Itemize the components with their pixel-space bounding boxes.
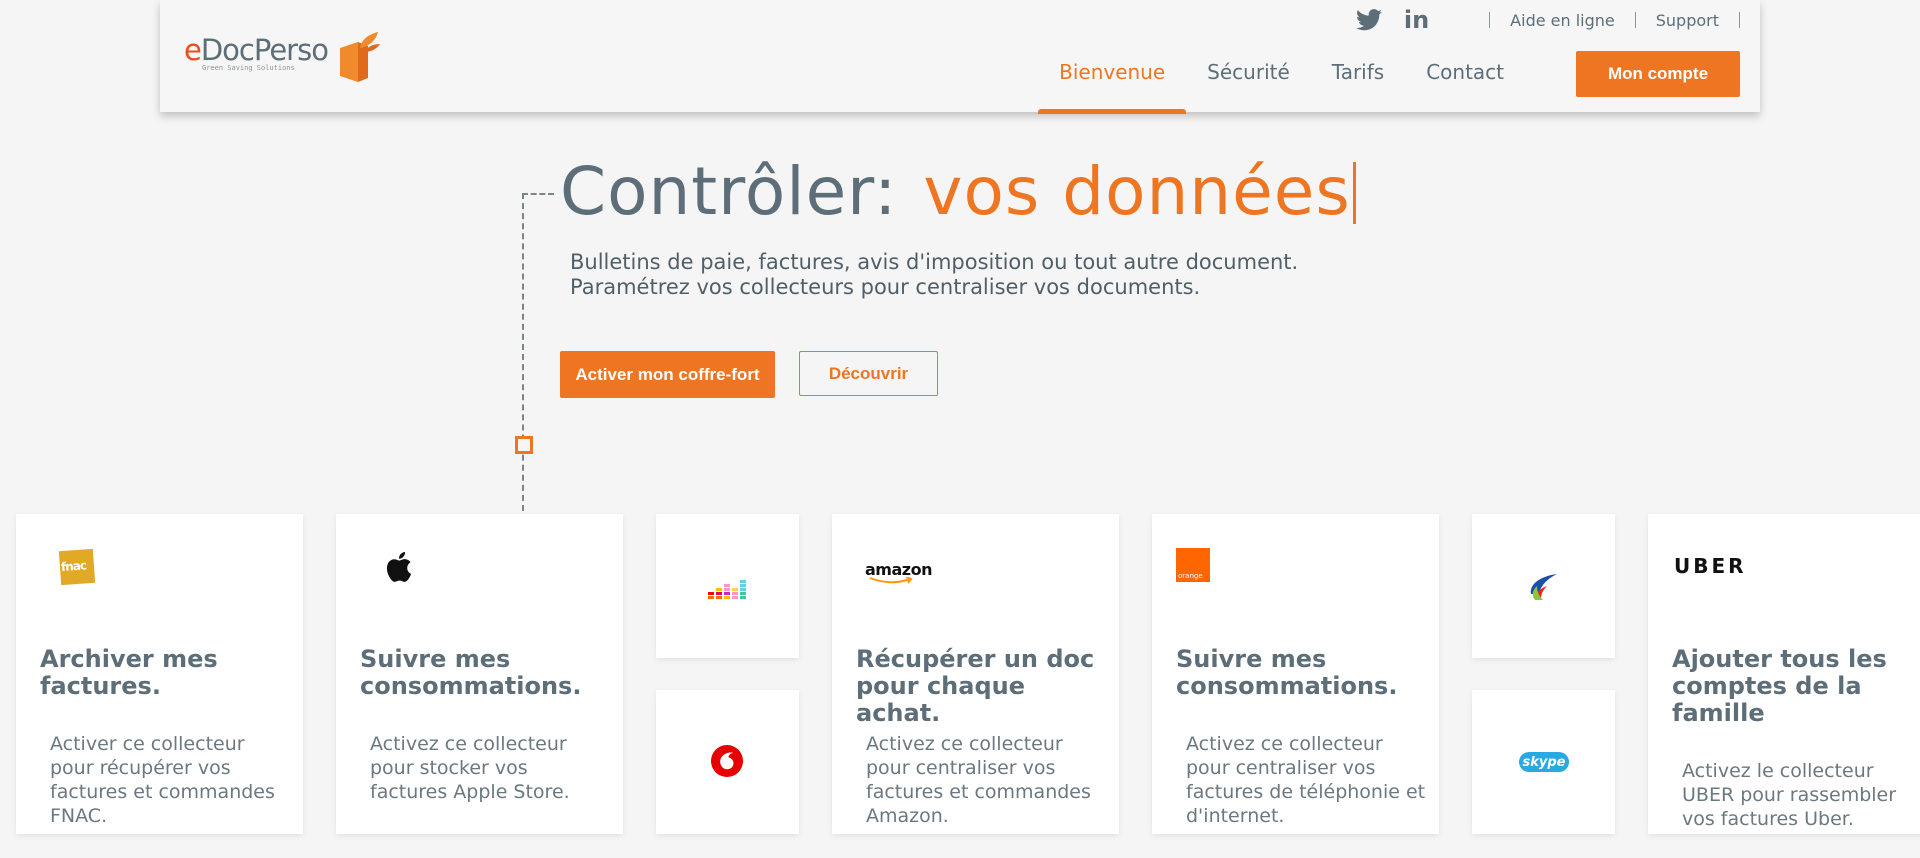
hero-decoration-line xyxy=(522,193,554,195)
card-text: Activez ce collecteur pour centraliser v… xyxy=(1186,733,1426,827)
activate-vault-button[interactable]: Activer mon coffre-fort xyxy=(560,351,775,398)
support-link[interactable]: Support xyxy=(1656,11,1719,30)
apple-logo-icon xyxy=(386,551,412,582)
hero-decoration-line xyxy=(522,193,524,511)
hero-subtitle: Bulletins de paie, factures, avis d'impo… xyxy=(570,250,1298,300)
edocperso-logo[interactable]: eDocPerso Green Saving Solutions xyxy=(184,26,380,82)
top-bar: in Aide en ligne Support xyxy=(1355,8,1740,32)
fnac-logo: fnac xyxy=(58,548,96,586)
card-title: Récupérer un doc pour chaque achat. xyxy=(856,645,1095,727)
amazon-smile-icon xyxy=(869,577,913,584)
collector-card-apple[interactable]: Suivre mes consommations. Activez ce col… xyxy=(336,514,623,834)
card-title: Archiver mes factures. xyxy=(40,645,218,700)
hero-decoration-square xyxy=(515,436,533,454)
orange-logo-text: orange xyxy=(1178,572,1203,580)
social-links: in xyxy=(1355,8,1429,32)
main-nav: Bienvenue Sécurité Tarifs Contact xyxy=(1038,46,1525,114)
linkedin-icon[interactable]: in xyxy=(1404,8,1429,32)
fnac-logo-text: fnac xyxy=(60,558,87,575)
uber-logo: UBER xyxy=(1674,554,1747,578)
card-title: Ajouter tous les comptes de la famille xyxy=(1672,645,1887,727)
hero-title: Contrôler: vos données xyxy=(560,150,1356,234)
card-text: Activer ce collecteur pour récupérer vos… xyxy=(50,733,275,827)
hero-subtitle-line: Paramétrez vos collecteurs pour centrali… xyxy=(570,275,1201,299)
vodafone-logo-icon xyxy=(711,745,743,777)
nav-item-contact[interactable]: Contact xyxy=(1405,46,1525,114)
card-text: Activez ce collecteur pour stocker vos f… xyxy=(370,733,570,803)
divider xyxy=(1634,12,1636,28)
card-title: Suivre mes consommations. xyxy=(1176,645,1398,700)
collector-card-vodafone[interactable] xyxy=(656,690,799,834)
site-header: eDocPerso Green Saving Solutions in Aide… xyxy=(160,0,1760,114)
twitter-icon[interactable] xyxy=(1355,9,1382,31)
amazon-logo: amazon xyxy=(865,560,932,584)
hero-title-static: Contrôler: xyxy=(560,153,898,230)
my-account-button[interactable]: Mon compte xyxy=(1576,51,1740,97)
card-title: Suivre mes consommations. xyxy=(360,645,582,700)
collector-card-skype[interactable]: skype xyxy=(1472,690,1615,834)
collector-card-uber[interactable]: UBER Ajouter tous les comptes de la fami… xyxy=(1648,514,1920,834)
card-text: Activez ce collecteur pour centraliser v… xyxy=(866,733,1091,827)
logo-tagline: Green Saving Solutions xyxy=(202,64,295,72)
total-logo-icon xyxy=(1530,574,1557,600)
nav-item-securite[interactable]: Sécurité xyxy=(1186,46,1311,114)
hero-subtitle-line: Bulletins de paie, factures, avis d'impo… xyxy=(570,250,1299,274)
discover-button[interactable]: Découvrir xyxy=(799,351,938,396)
skype-logo: skype xyxy=(1519,752,1569,772)
divider xyxy=(1489,12,1491,28)
help-link[interactable]: Aide en ligne xyxy=(1510,11,1615,30)
skype-logo-text: skype xyxy=(1522,754,1566,770)
orange-logo: orange xyxy=(1176,548,1210,582)
nav-item-tarifs[interactable]: Tarifs xyxy=(1311,46,1405,114)
collector-card-total[interactable] xyxy=(1472,514,1615,658)
logo-box-icon xyxy=(339,32,380,82)
card-text: Activez le collecteur UBER pour rassembl… xyxy=(1682,760,1897,830)
collector-card-fnac[interactable]: fnac Archiver mes factures. Activer ce c… xyxy=(16,514,303,834)
collector-card-amazon[interactable]: amazon Récupérer un doc pour chaque acha… xyxy=(832,514,1119,834)
text-caret xyxy=(1352,162,1356,224)
logo-text: eDocPerso xyxy=(184,33,329,67)
divider xyxy=(1739,12,1740,28)
deezer-logo-icon xyxy=(708,580,746,599)
collector-card-deezer[interactable] xyxy=(656,514,799,658)
collector-card-orange[interactable]: orange Suivre mes consommations. Activez… xyxy=(1152,514,1439,834)
nav-item-bienvenue[interactable]: Bienvenue xyxy=(1038,46,1187,114)
hero-title-dynamic: vos données xyxy=(923,153,1351,230)
